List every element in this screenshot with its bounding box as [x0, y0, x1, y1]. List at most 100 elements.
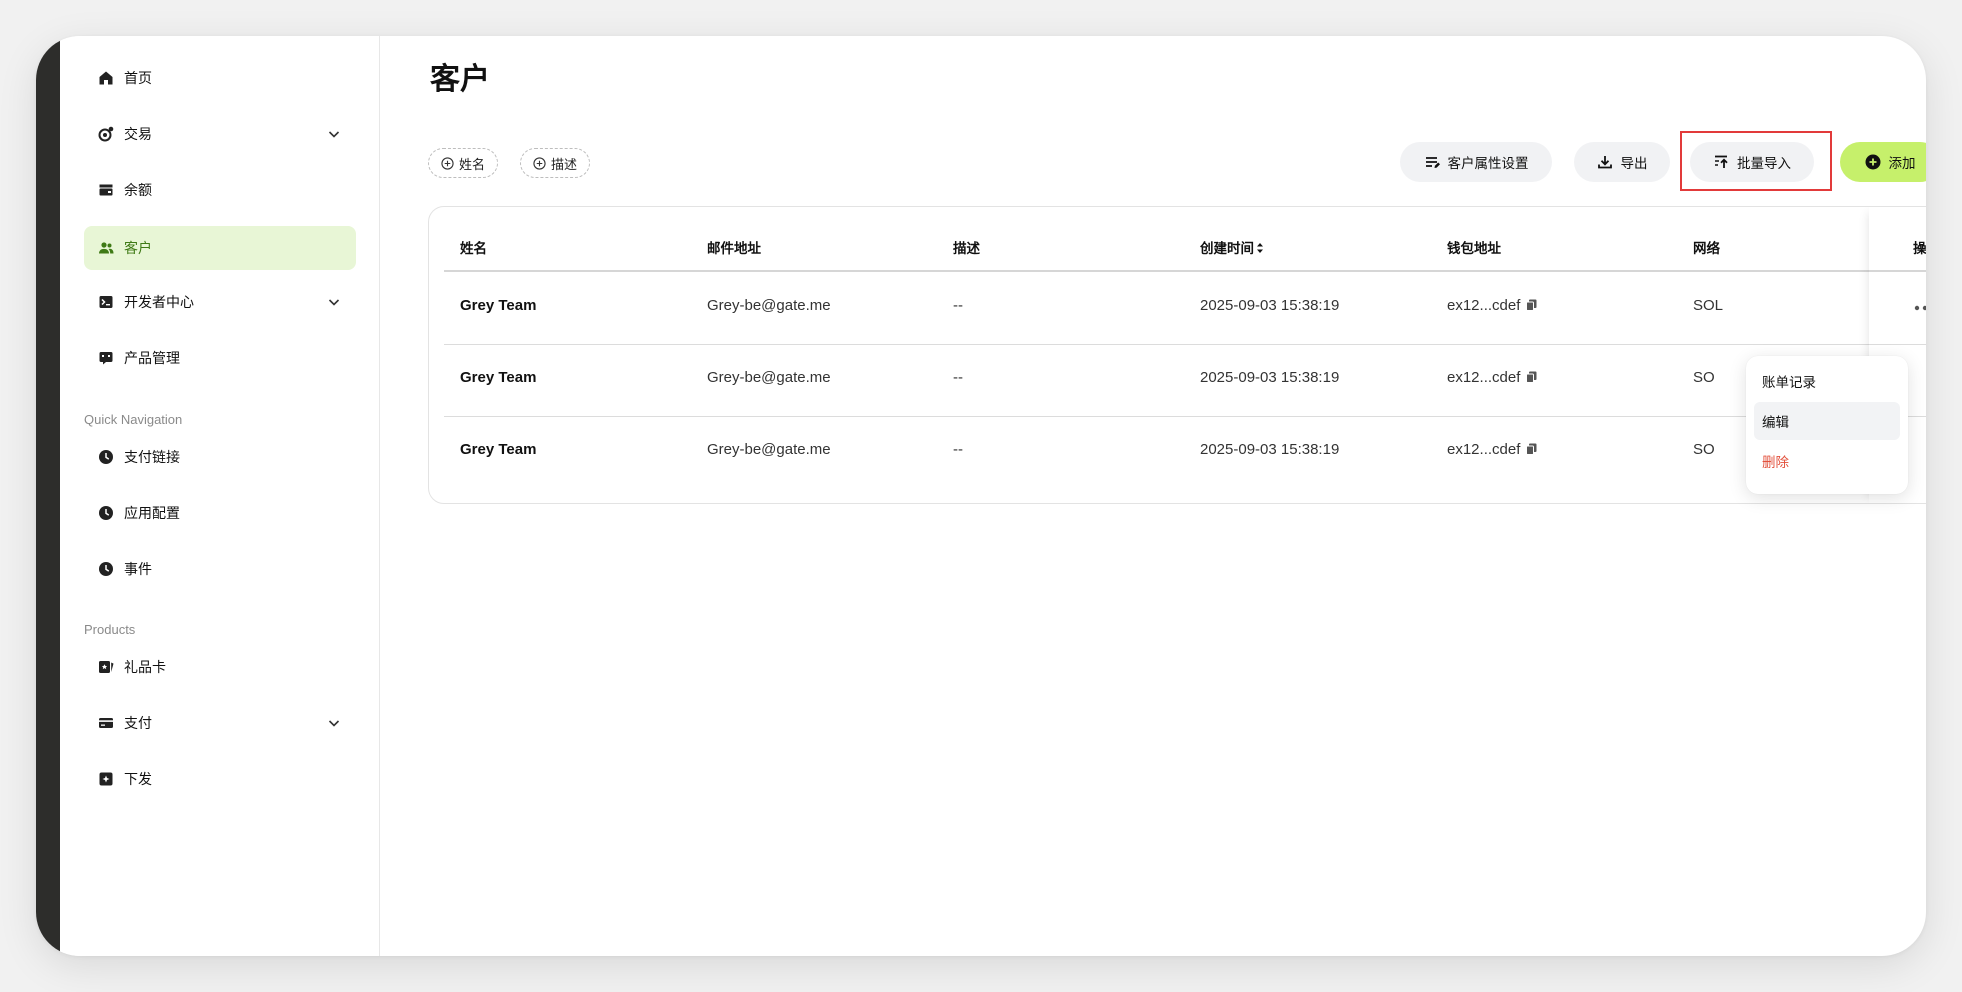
card-icon: [98, 715, 114, 731]
cell-network: SO: [1693, 369, 1715, 386]
wallet-address: ex12...cdef: [1447, 441, 1521, 458]
app-window: 首页 交易 余额 客户 开发者中心 产品管理 Quick Navigation …: [36, 36, 1926, 956]
sidebar-item-balance[interactable]: 余额: [84, 168, 356, 212]
sidebar-item-label: 下发: [124, 772, 152, 788]
sidebar-item-label: 支付: [124, 716, 152, 732]
sidebar-item-label: 余额: [124, 183, 152, 199]
cell-created-at: 2025-09-03 15:38:19: [1200, 369, 1340, 386]
add-customer-label: 添加: [1888, 156, 1916, 172]
cell-name: Grey Team: [460, 441, 537, 458]
cell-email: Grey-be@gate.me: [707, 297, 831, 314]
cell-created-at: 2025-09-03 15:38:19: [1200, 297, 1340, 314]
gift-card-icon: [98, 659, 114, 675]
copy-icon[interactable]: [1526, 299, 1537, 311]
column-header-description: 描述: [953, 241, 980, 257]
payout-icon: [98, 771, 114, 787]
device-bezel: [36, 36, 60, 956]
cell-name: Grey Team: [460, 297, 537, 314]
export-button[interactable]: 导出: [1574, 142, 1670, 182]
sidebar-item-label: 首页: [124, 71, 152, 87]
cell-network: SO: [1693, 441, 1715, 458]
wallet-address: ex12...cdef: [1447, 297, 1521, 314]
header-divider: [444, 270, 1926, 272]
cell-email: Grey-be@gate.me: [707, 441, 831, 458]
sidebar-item-label: 应用配置: [124, 506, 180, 522]
sidebar-item-label: 客户: [124, 241, 152, 257]
sidebar-item-label: 产品管理: [124, 351, 180, 367]
section-label-products: Products: [84, 622, 136, 637]
attributes-icon: [1425, 157, 1440, 168]
plus-circle-icon: [1865, 154, 1880, 170]
sort-icon[interactable]: [1256, 242, 1264, 254]
column-header-created-at[interactable]: 创建时间: [1200, 237, 1264, 257]
sidebar-item-developer[interactable]: 开发者中心: [84, 280, 356, 324]
column-header-name: 姓名: [460, 241, 487, 257]
customer-attributes-button[interactable]: 客户属性设置: [1400, 142, 1552, 182]
filter-chip-label: 描述: [551, 157, 578, 173]
main-content: 客户 姓名 描述 客户属性设置 导出 批量导入 添加 姓名 邮件地址 描述 创建…: [380, 36, 1926, 956]
plus-circle-icon: [441, 156, 454, 170]
cell-description: --: [953, 369, 963, 386]
download-icon: [1597, 156, 1612, 169]
chevron-down-icon[interactable]: [326, 294, 342, 310]
section-label-quick-navigation: Quick Navigation: [84, 412, 183, 427]
terminal-icon: [98, 294, 114, 310]
cell-description: --: [953, 297, 963, 314]
clock-icon: [98, 561, 114, 577]
home-icon: [98, 70, 114, 86]
sidebar-item-payment-links[interactable]: 支付链接: [84, 435, 356, 479]
sidebar-item-app-config[interactable]: 应用配置: [84, 491, 356, 535]
chevron-down-icon[interactable]: [326, 126, 342, 142]
column-header-email: 邮件地址: [707, 241, 761, 257]
copy-icon[interactable]: [1526, 371, 1537, 383]
cell-network: SOL: [1693, 297, 1724, 314]
column-header-actions: 操作: [1913, 241, 1926, 257]
sidebar-item-home[interactable]: 首页: [84, 56, 356, 100]
sidebar-item-payment[interactable]: 支付: [84, 701, 356, 745]
cell-wallet: ex12...cdef: [1447, 369, 1537, 386]
row-actions-menu: 账单记录 编辑 删除: [1746, 356, 1908, 494]
cell-created-at: 2025-09-03 15:38:19: [1200, 441, 1340, 458]
column-header-network: 网络: [1693, 241, 1720, 257]
sidebar-item-payout[interactable]: 下发: [84, 757, 356, 801]
wallet-icon: [98, 182, 114, 198]
sidebar-item-transactions[interactable]: 交易: [84, 112, 356, 156]
copy-icon[interactable]: [1526, 443, 1537, 455]
more-icon[interactable]: [1913, 304, 1926, 312]
page-title: 客户: [430, 62, 490, 97]
upload-icon: [1715, 155, 1728, 168]
column-header-wallet: 钱包地址: [1447, 241, 1501, 257]
cell-name: Grey Team: [460, 369, 537, 386]
customers-table: 姓名 邮件地址 描述 创建时间 钱包地址 网络 Grey Team Grey-b…: [428, 206, 1926, 504]
sidebar-item-label: 事件: [124, 562, 152, 578]
sidebar: 首页 交易 余额 客户 开发者中心 产品管理 Quick Navigation …: [60, 36, 380, 956]
sidebar-item-products[interactable]: 产品管理: [84, 336, 356, 380]
sidebar-item-gift-card[interactable]: 礼品卡: [84, 645, 356, 689]
bulk-import-button[interactable]: 批量导入: [1690, 142, 1814, 182]
export-label: 导出: [1620, 156, 1648, 172]
wallet-address: ex12...cdef: [1447, 369, 1521, 386]
cell-email: Grey-be@gate.me: [707, 369, 831, 386]
row-divider: [444, 416, 1926, 417]
users-icon: [98, 240, 114, 256]
row-divider: [444, 344, 1926, 345]
sidebar-item-customers[interactable]: 客户: [84, 226, 356, 270]
filter-chip-name[interactable]: 姓名: [428, 148, 499, 178]
sidebar-item-label: 礼品卡: [124, 660, 166, 676]
product-icon: [98, 350, 114, 366]
bulk-import-label: 批量导入: [1737, 156, 1791, 172]
sidebar-item-label: 支付链接: [124, 450, 180, 466]
add-customer-button[interactable]: 添加: [1840, 142, 1926, 182]
cell-description: --: [953, 441, 963, 458]
customer-attributes-label: 客户属性设置: [1447, 156, 1529, 172]
sidebar-item-events[interactable]: 事件: [84, 547, 356, 591]
menu-item-delete[interactable]: 删除: [1754, 442, 1900, 480]
plus-circle-icon: [533, 156, 546, 170]
menu-item-billing-records[interactable]: 账单记录: [1754, 362, 1900, 400]
filter-chip-label: 姓名: [459, 157, 486, 173]
sidebar-item-label: 开发者中心: [124, 295, 194, 311]
chevron-down-icon[interactable]: [326, 715, 342, 731]
menu-item-edit[interactable]: 编辑: [1754, 402, 1900, 440]
filter-chip-description[interactable]: 描述: [520, 148, 591, 178]
transaction-icon: [98, 126, 114, 142]
